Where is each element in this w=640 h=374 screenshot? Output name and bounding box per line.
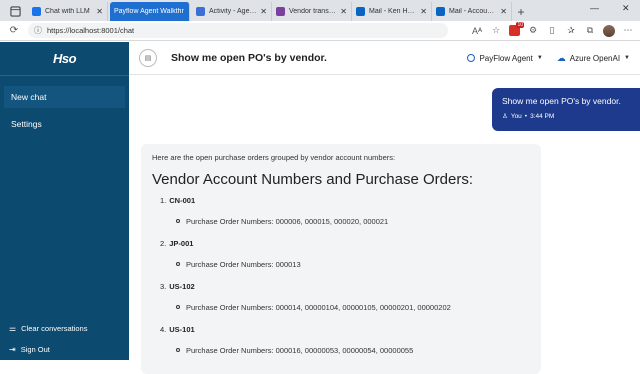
split-screen-icon[interactable]: ▯ xyxy=(546,25,558,36)
sign-out-button[interactable]: ⇥ Sign Out xyxy=(0,339,129,360)
purchase-order-numbers: Purchase Order Numbers: 000014, 00000104… xyxy=(186,302,451,312)
bullet-icon xyxy=(176,219,180,223)
list-item: 3. US-102 Purchase Order Numbers: 000014,… xyxy=(160,280,530,313)
close-tab-icon[interactable]: ✕ xyxy=(420,7,427,16)
browser-tab[interactable]: Mail - Ken Heiman ✕ xyxy=(352,2,432,21)
tab-favicon-icon xyxy=(436,7,445,16)
vendor-account-number: US-101 xyxy=(169,324,195,334)
cloud-icon: ☁ xyxy=(556,52,566,63)
purchase-order-numbers: Purchase Order Numbers: 000016, 00000053… xyxy=(186,345,414,355)
chevron-down-icon: ▼ xyxy=(624,55,630,61)
purchase-order-numbers: Purchase Order Numbers: 000013 xyxy=(186,259,301,269)
tab-favicon-icon xyxy=(356,7,365,16)
chat-icon[interactable]: ▤ xyxy=(139,49,157,67)
tab-favicon-icon xyxy=(196,7,205,16)
vendor-account-number: JP-001 xyxy=(169,238,194,248)
message-time: 3:44 PM xyxy=(530,112,555,120)
extension-badge: 10 xyxy=(516,22,524,28)
close-tab-icon[interactable]: ✕ xyxy=(340,7,347,16)
sidebar-item-label: New chat xyxy=(11,92,47,102)
list-item: 4. US-101 Purchase Order Numbers: 000016,… xyxy=(160,323,530,356)
bullet-icon xyxy=(176,305,180,309)
refresh-icon[interactable]: ⟳ xyxy=(6,23,22,39)
close-tab-icon[interactable]: ✕ xyxy=(500,7,507,16)
chat-header: ▤ Show me open PO's by vendor. PayFlow A… xyxy=(129,42,640,75)
list-item: 2. JP-001 Purchase Order Numbers: 000013 xyxy=(160,237,530,270)
address-bar: ⟳ ⓘ https://localhost:8001/chat Aᴬ ☆ 10 … xyxy=(0,21,640,41)
clear-conversations-button[interactable]: ⚌ Clear conversations xyxy=(0,318,129,339)
chevron-down-icon: ▼ xyxy=(536,55,543,61)
page-title: Show me open PO's by vendor. xyxy=(171,52,327,64)
more-menu-icon[interactable]: ⋯ xyxy=(622,25,634,36)
favorites-icon[interactable]: ✰ xyxy=(565,25,577,36)
tab-title: Mail - Accounts Pay xyxy=(449,8,497,15)
chat-main: ▤ Show me open PO's by vendor. PayFlow A… xyxy=(129,42,640,374)
tab-favicon-icon xyxy=(32,7,41,16)
new-tab-button[interactable]: + xyxy=(512,2,530,21)
list-item: 1. CN-001 Purchase Order Numbers: 000006,… xyxy=(160,194,530,227)
sign-out-icon: ⇥ xyxy=(9,345,16,354)
purchase-order-numbers: Purchase Order Numbers: 000006, 000015, … xyxy=(186,216,389,226)
tab-title: Payflow Agent Walkthr xyxy=(114,8,184,15)
sidebar-item-settings[interactable]: Settings xyxy=(0,113,129,135)
agent-label: PayFlow Agent xyxy=(479,53,533,63)
sidebar: Hso New chat Settings ⚌ Clear conversati… xyxy=(0,42,129,360)
user-message-bubble: Show me open PO's by vendor. ♙ You • 3:4… xyxy=(492,88,640,131)
vendor-list: 1. CN-001 Purchase Order Numbers: 000006,… xyxy=(152,194,530,356)
collections-icon[interactable]: ⧉ xyxy=(584,25,596,36)
tab-title: Chat with LLM xyxy=(45,8,90,15)
info-icon[interactable]: ⓘ xyxy=(34,25,42,36)
sidebar-item-label: Sign Out xyxy=(20,345,50,354)
sidebar-item-label: Settings xyxy=(11,119,42,129)
list-number: 1. xyxy=(160,195,167,205)
app-logo: Hso xyxy=(0,42,129,76)
extension-icon[interactable]: 10 xyxy=(509,22,524,36)
minimize-icon[interactable]: — xyxy=(590,3,599,13)
tab-title: Activity - Agent Mic xyxy=(209,8,257,15)
browser-tab[interactable]: Vendor transactions ✕ xyxy=(272,2,352,21)
read-aloud-icon[interactable]: Aᴬ xyxy=(471,26,483,36)
agent-dropdown[interactable]: PayFlow Agent ▼ xyxy=(467,53,543,63)
window-menu-icon[interactable] xyxy=(6,3,24,19)
browser-tab-active[interactable]: Payflow Agent Walkthr xyxy=(110,2,190,21)
url-text: https://localhost:8001/chat xyxy=(47,26,135,35)
browser-tab-strip: Chat with LLM ✕ Payflow Agent Walkthr Ac… xyxy=(0,0,640,21)
message-meta: ♙ You • 3:44 PM xyxy=(502,112,630,121)
provider-dropdown[interactable]: ☁ Azure OpenAI ▼ xyxy=(557,53,630,64)
extensions-puzzle-icon[interactable]: ⚙ xyxy=(527,25,539,36)
bullet-icon xyxy=(176,348,180,352)
assistant-message-bubble: Here are the open purchase orders groupe… xyxy=(141,144,541,374)
message-author: You xyxy=(510,112,522,120)
bullet-icon xyxy=(176,262,180,266)
close-tab-icon[interactable]: ✕ xyxy=(96,7,103,16)
profile-avatar[interactable] xyxy=(603,24,615,37)
assistant-heading: Vendor Account Numbers and Purchase Orde… xyxy=(152,171,474,188)
browser-tab[interactable]: Activity - Agent Mic ✕ xyxy=(192,2,272,21)
url-field[interactable]: ⓘ https://localhost:8001/chat xyxy=(28,23,448,38)
browser-tab[interactable]: Mail - Accounts Pay ✕ xyxy=(432,2,512,21)
user-icon: ♙ xyxy=(502,113,508,120)
list-number: 3. xyxy=(160,281,167,291)
favorite-star-icon[interactable]: ☆ xyxy=(490,25,502,36)
close-window-icon[interactable]: ✕ xyxy=(622,3,630,14)
provider-label: Azure OpenAI xyxy=(569,53,621,63)
tab-favicon-icon xyxy=(276,7,285,16)
sidebar-item-label: Clear conversations xyxy=(21,324,88,333)
tab-title: Mail - Ken Heiman xyxy=(369,8,417,15)
agent-icon xyxy=(467,54,476,62)
user-message-text: Show me open PO's by vendor. xyxy=(502,96,621,106)
vendor-account-number: CN-001 xyxy=(169,195,196,205)
list-number: 2. xyxy=(160,238,167,248)
tab-title: Vendor transactions xyxy=(289,8,337,15)
browser-tab[interactable]: Chat with LLM ✕ xyxy=(28,2,108,21)
vendor-account-number: US-102 xyxy=(169,281,195,291)
assistant-intro-text: Here are the open purchase orders groupe… xyxy=(152,153,396,162)
sliders-icon: ⚌ xyxy=(9,324,17,333)
close-tab-icon[interactable]: ✕ xyxy=(260,7,267,16)
meta-separator: • xyxy=(524,112,528,120)
list-number: 4. xyxy=(160,324,167,334)
sidebar-item-new-chat[interactable]: New chat xyxy=(4,86,125,108)
